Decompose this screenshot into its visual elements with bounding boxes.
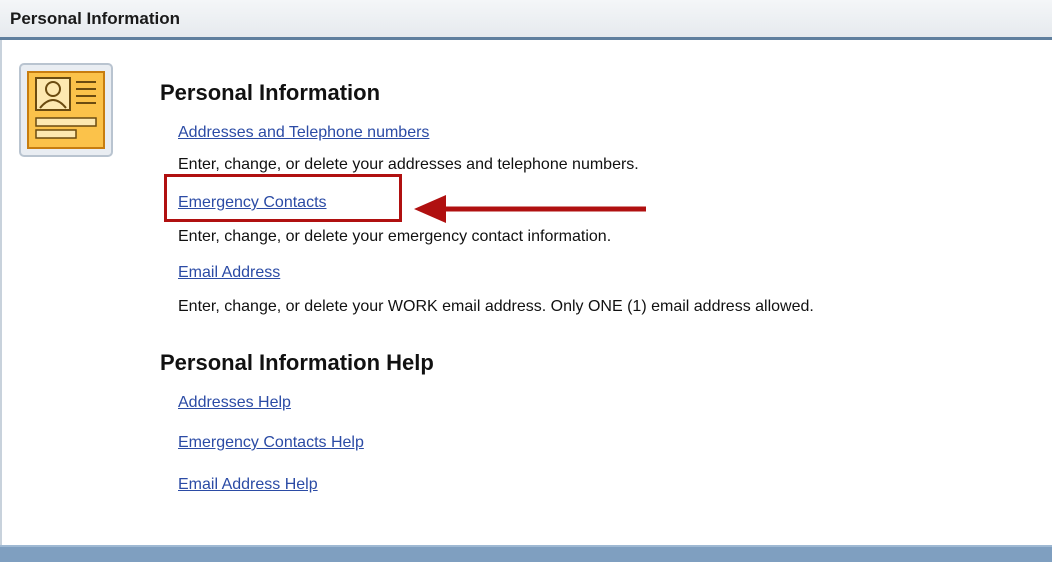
link-addresses-help[interactable]: Addresses Help — [178, 394, 291, 412]
desc-addresses-telephone: Enter, change, or delete your addresses … — [178, 156, 639, 173]
link-email-address[interactable]: Email Address — [178, 264, 280, 282]
link-emergency-contacts-help[interactable]: Emergency Contacts Help — [178, 434, 364, 452]
bottom-bar — [0, 545, 1052, 562]
emergency-contacts-highlight — [164, 174, 402, 222]
desc-email-address: Enter, change, or delete your WORK email… — [178, 298, 814, 315]
link-email-address-help[interactable]: Email Address Help — [178, 476, 318, 494]
page-title: Personal Information — [10, 9, 181, 28]
section-heading-help: Personal Information Help — [160, 350, 434, 375]
contact-card-icon — [19, 63, 113, 157]
link-addresses-telephone[interactable]: Addresses and Telephone numbers — [178, 124, 429, 142]
page-header: Personal Information — [0, 0, 1052, 40]
desc-emergency-contacts: Enter, change, or delete your emergency … — [178, 228, 612, 245]
arrow-left-icon — [414, 195, 646, 223]
section-heading-personal-information: Personal Information — [160, 80, 381, 105]
left-border — [0, 40, 2, 545]
